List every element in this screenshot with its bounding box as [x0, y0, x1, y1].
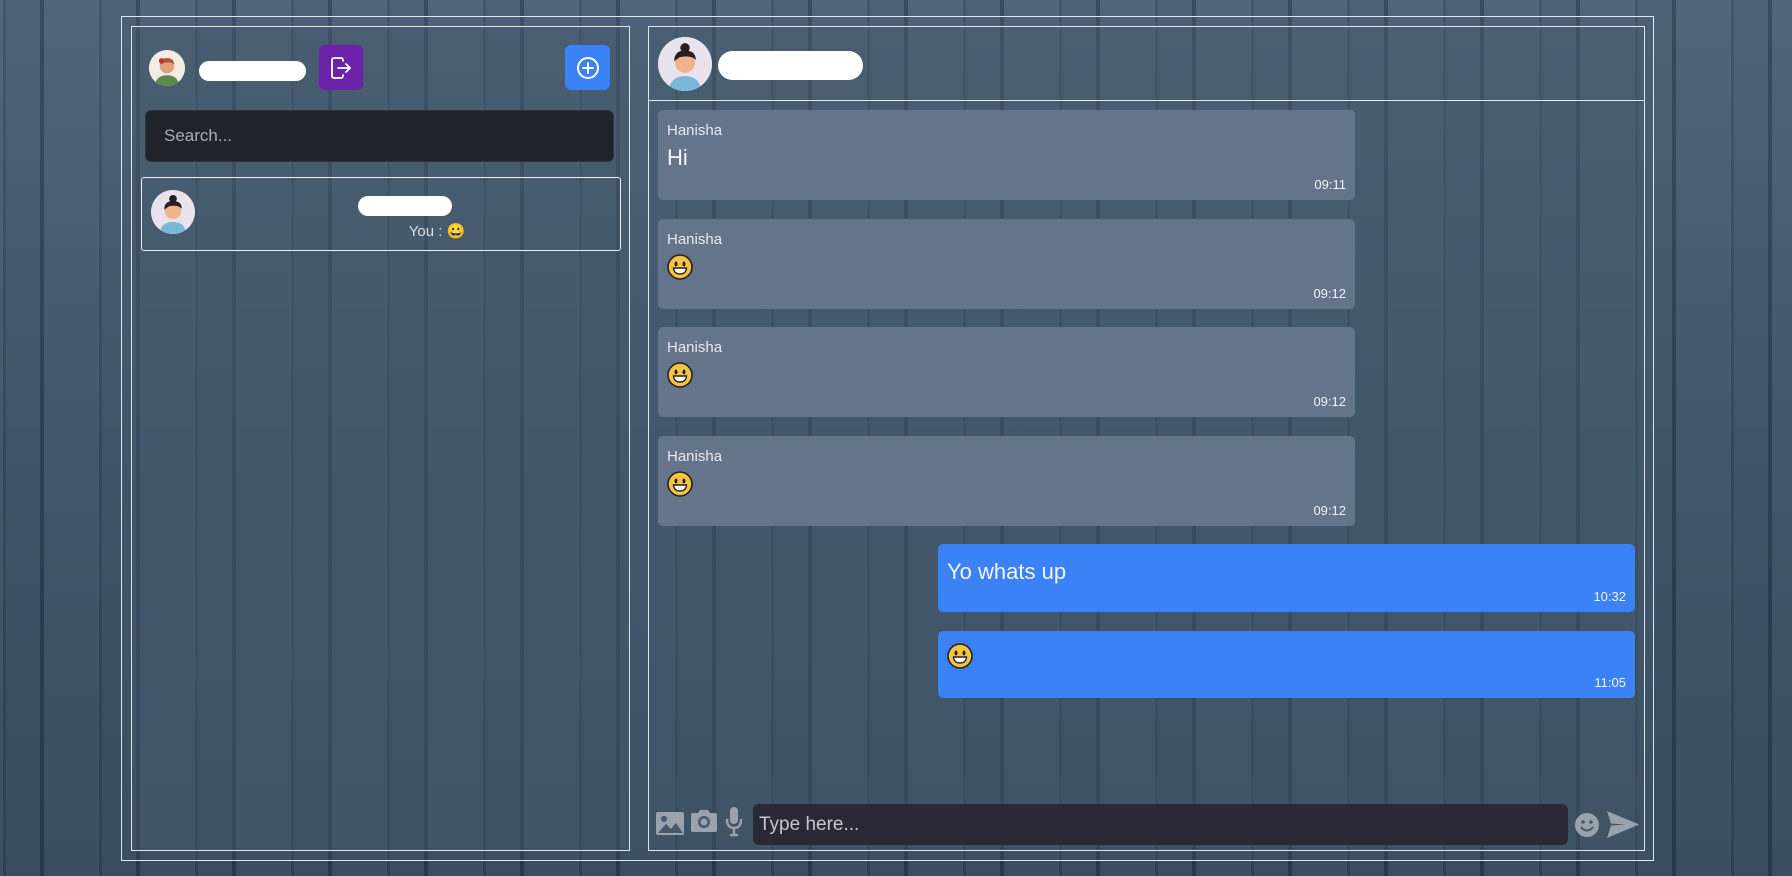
user-avatar-icon[interactable]	[149, 50, 185, 86]
message-bubble-incoming: Hanisha 09:12	[658, 219, 1355, 309]
grinning-face-emoji-icon	[947, 643, 973, 669]
camera-icon[interactable]	[689, 808, 719, 834]
conversation-list-item[interactable]: You : 😀	[141, 177, 621, 251]
emoji-icon[interactable]	[1574, 812, 1600, 838]
message-input[interactable]	[753, 804, 1568, 845]
conversation-preview: You : 😀	[408, 223, 466, 240]
chat-header-divider	[648, 100, 1644, 101]
message-bubble-incoming: Hanisha Hi 09:11	[658, 110, 1355, 200]
message-time: 11:05	[1594, 675, 1626, 690]
message-time: 09:12	[1313, 286, 1346, 301]
chat-contact-name-redacted	[718, 51, 863, 80]
message-text: Yo whats up	[947, 559, 1067, 584]
contact-name-redacted	[358, 196, 452, 216]
user-name-redacted	[199, 61, 306, 81]
message-sender: Hanisha	[667, 122, 723, 139]
message-time: 09:11	[1314, 177, 1346, 192]
search-input[interactable]	[145, 110, 614, 162]
grinning-face-emoji-icon	[667, 471, 693, 497]
image-icon[interactable]	[655, 811, 685, 836]
logout-button[interactable]	[319, 45, 363, 90]
microphone-icon[interactable]	[725, 806, 743, 837]
plus-circle-icon	[576, 56, 599, 79]
grinning-face-emoji-icon	[667, 362, 693, 388]
logout-icon	[331, 56, 351, 79]
message-time: 10:32	[1593, 589, 1626, 604]
message-bubble-incoming: Hanisha 09:12	[658, 327, 1355, 417]
message-bubble-outgoing: 11:05	[938, 631, 1635, 698]
message-time: 09:12	[1313, 394, 1346, 409]
message-sender: Hanisha	[667, 231, 723, 248]
send-icon[interactable]	[1606, 810, 1640, 839]
message-text: Hi	[667, 145, 688, 170]
message-time: 09:12	[1313, 503, 1346, 518]
message-bubble-outgoing: Yo whats up 10:32	[938, 544, 1635, 612]
contact-avatar-icon[interactable]	[658, 37, 712, 91]
message-bubble-incoming: Hanisha 09:12	[658, 436, 1355, 526]
grinning-face-emoji-icon	[667, 254, 693, 280]
message-sender: Hanisha	[667, 339, 723, 356]
new-chat-button[interactable]	[565, 45, 610, 90]
contact-avatar-icon	[151, 190, 195, 234]
message-sender: Hanisha	[667, 448, 723, 465]
